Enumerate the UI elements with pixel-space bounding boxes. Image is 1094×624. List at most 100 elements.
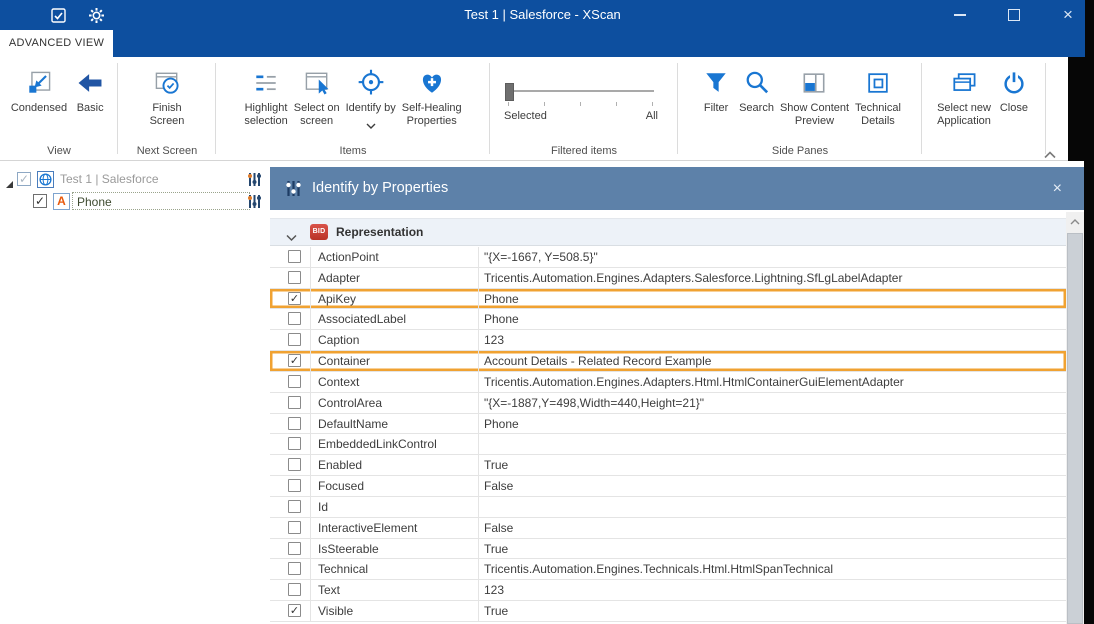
panel-close-icon[interactable]: × [1053, 167, 1062, 210]
select-new-application-icon [947, 66, 981, 100]
filtered-items-slider[interactable]: Selected All [490, 57, 678, 157]
checkbox-unchecked[interactable] [288, 479, 301, 492]
property-row-context[interactable]: ContextTricentis.Automation.Engines.Adap… [270, 372, 1066, 393]
property-row-focused[interactable]: FocusedFalse [270, 476, 1066, 497]
property-row-interactiveelement[interactable]: InteractiveElement False [270, 518, 1066, 539]
property-row-caption[interactable]: Caption123 [270, 330, 1066, 351]
self-healing-properties-icon [415, 66, 449, 100]
checkbox-unchecked[interactable] [288, 458, 301, 471]
property-name: Container [318, 351, 370, 371]
search-button[interactable]: Search [739, 66, 774, 115]
maximize-button[interactable] [992, 0, 1036, 30]
show-content-preview-button[interactable]: Show ContentPreview [780, 66, 849, 128]
property-row-embeddedlinkcontrol[interactable]: EmbeddedLinkControl [270, 434, 1066, 455]
select-new-application-button[interactable]: Select newApplication [937, 66, 991, 128]
ribbon-group-items: HighlightselectionSelect onscreenIdentif… [216, 57, 490, 160]
select-on-screen-icon [300, 66, 334, 100]
property-name: Text [318, 580, 340, 600]
root-label[interactable]: Test 1 | Salesforce [60, 172, 159, 186]
close-button[interactable]: × [1046, 0, 1090, 30]
checkbox-checked[interactable]: ✓ [288, 354, 301, 367]
filter-button[interactable]: Filter [699, 66, 733, 115]
identify-by-properties-icon[interactable] [246, 193, 263, 210]
property-value: False [484, 476, 513, 496]
self-healing-properties-button[interactable]: Self-HealingProperties [402, 66, 462, 128]
checkbox-unchecked[interactable] [288, 521, 301, 534]
slider-handle[interactable] [505, 83, 514, 101]
property-value: Account Details - Related Record Example [484, 351, 711, 371]
globe-icon [37, 171, 54, 188]
scroll-up-icon[interactable] [1066, 214, 1084, 230]
panel-title: Identify by Properties [312, 167, 448, 210]
collapse-ribbon-icon[interactable] [1044, 146, 1058, 156]
property-row-technical[interactable]: TechnicalTricentis.Automation.Engines.Te… [270, 559, 1066, 580]
property-row-actionpoint[interactable]: ActionPoint"{X=-1667, Y=508.5}" [270, 247, 1066, 268]
checkbox-unchecked[interactable] [288, 437, 301, 450]
checkbox-unchecked[interactable] [288, 271, 301, 284]
checkbox-unchecked[interactable] [288, 375, 301, 388]
root-checkbox[interactable]: ✓ [17, 172, 31, 186]
button-label: Filter [704, 102, 728, 115]
checkbox-unchecked[interactable] [288, 396, 301, 409]
property-row-container[interactable]: ✓ Container Account Details - Related Reco… [270, 351, 1066, 372]
checkbox-unchecked[interactable] [288, 250, 301, 263]
checkbox-unchecked[interactable] [288, 583, 301, 596]
select-on-screen-button[interactable]: Select onscreen [294, 66, 340, 128]
property-value: False [484, 518, 513, 538]
item-name-field[interactable]: Phone [72, 192, 250, 210]
slider-track[interactable] [508, 90, 654, 92]
checkbox-unchecked[interactable] [288, 333, 301, 346]
property-name: IsSteerable [318, 539, 379, 559]
technical-details-button[interactable]: TechnicalDetails [855, 66, 901, 128]
checkbox-unchecked[interactable] [288, 500, 301, 513]
property-row-issteerable[interactable]: IsSteerableTrue [270, 539, 1066, 560]
property-row-id[interactable]: Id [270, 497, 1066, 518]
property-value: Tricentis.Automation.Engines.Adapters.Sa… [484, 268, 902, 288]
scrollbar[interactable] [1066, 212, 1084, 624]
close-application-button[interactable]: Close [997, 66, 1031, 115]
tab-advanced-view[interactable]: ADVANCED VIEW [0, 30, 113, 57]
checkbox-checked[interactable]: ✓ [288, 292, 301, 305]
basic-button[interactable]: Basic [73, 66, 107, 115]
scrollbar-thumb[interactable] [1067, 233, 1083, 624]
highlight-selection-button[interactable]: Highlightselection [244, 66, 287, 128]
property-row-controlarea[interactable]: ControlArea"{X=-1887,Y=498,Width=440,Hei… [270, 393, 1066, 414]
expander-icon[interactable] [4, 176, 14, 186]
checkbox-unchecked[interactable] [288, 562, 301, 575]
button-label: FinishScreen [150, 102, 185, 128]
checkbox-unchecked[interactable] [288, 542, 301, 555]
group-label: View [0, 145, 118, 157]
chevron-down-icon[interactable] [286, 229, 297, 237]
property-name: InteractiveElement [318, 518, 417, 538]
property-row-adapter[interactable]: AdapterTricentis.Automation.Engines.Adap… [270, 268, 1066, 289]
property-row-defaultname[interactable]: DefaultNamePhone [270, 414, 1066, 435]
property-row-visible[interactable]: ✓VisibleTrue [270, 601, 1066, 622]
checkbox-unchecked[interactable] [288, 312, 301, 325]
condensed-button[interactable]: Condensed [11, 66, 67, 115]
property-row-associatedlabel[interactable]: AssociatedLabelPhone [270, 309, 1066, 330]
chevron-down-icon[interactable] [366, 116, 376, 134]
button-label: Search [739, 102, 774, 115]
tree-row-root[interactable]: ✓ Test 1 | Salesforce [0, 169, 270, 191]
checkbox-unchecked[interactable] [288, 417, 301, 430]
property-row-enabled[interactable]: EnabledTrue [270, 455, 1066, 476]
minimize-button[interactable] [938, 0, 982, 30]
checkbox-checked[interactable]: ✓ [288, 604, 301, 617]
identify-by-button[interactable]: Identify by [346, 66, 396, 134]
property-row-apikey[interactable]: ✓ApiKeyPhone [270, 289, 1066, 310]
group-label: Filtered items [490, 145, 678, 157]
phone-checkbox[interactable]: ✓ [33, 194, 47, 208]
scanned-items-tree: ✓ Test 1 | Salesforce ✓ A Phone [0, 161, 270, 624]
property-name: AssociatedLabel [318, 309, 406, 329]
group-label: Side Panes [678, 145, 922, 157]
property-row-text[interactable]: Text123 [270, 580, 1066, 601]
button-label: Select newApplication [937, 102, 991, 128]
group-label: Next Screen [118, 145, 216, 157]
ribbon-group-filtered-items: Selected AllFiltered items [490, 57, 678, 160]
property-value: True [484, 455, 508, 475]
section-representation[interactable]: BID Representation [270, 218, 1066, 246]
identify-by-properties-icon[interactable] [246, 171, 263, 188]
finish-screen-button[interactable]: FinishScreen [150, 66, 185, 128]
sliders-icon [284, 179, 303, 198]
tree-row-phone[interactable]: ✓ A Phone [0, 191, 270, 213]
